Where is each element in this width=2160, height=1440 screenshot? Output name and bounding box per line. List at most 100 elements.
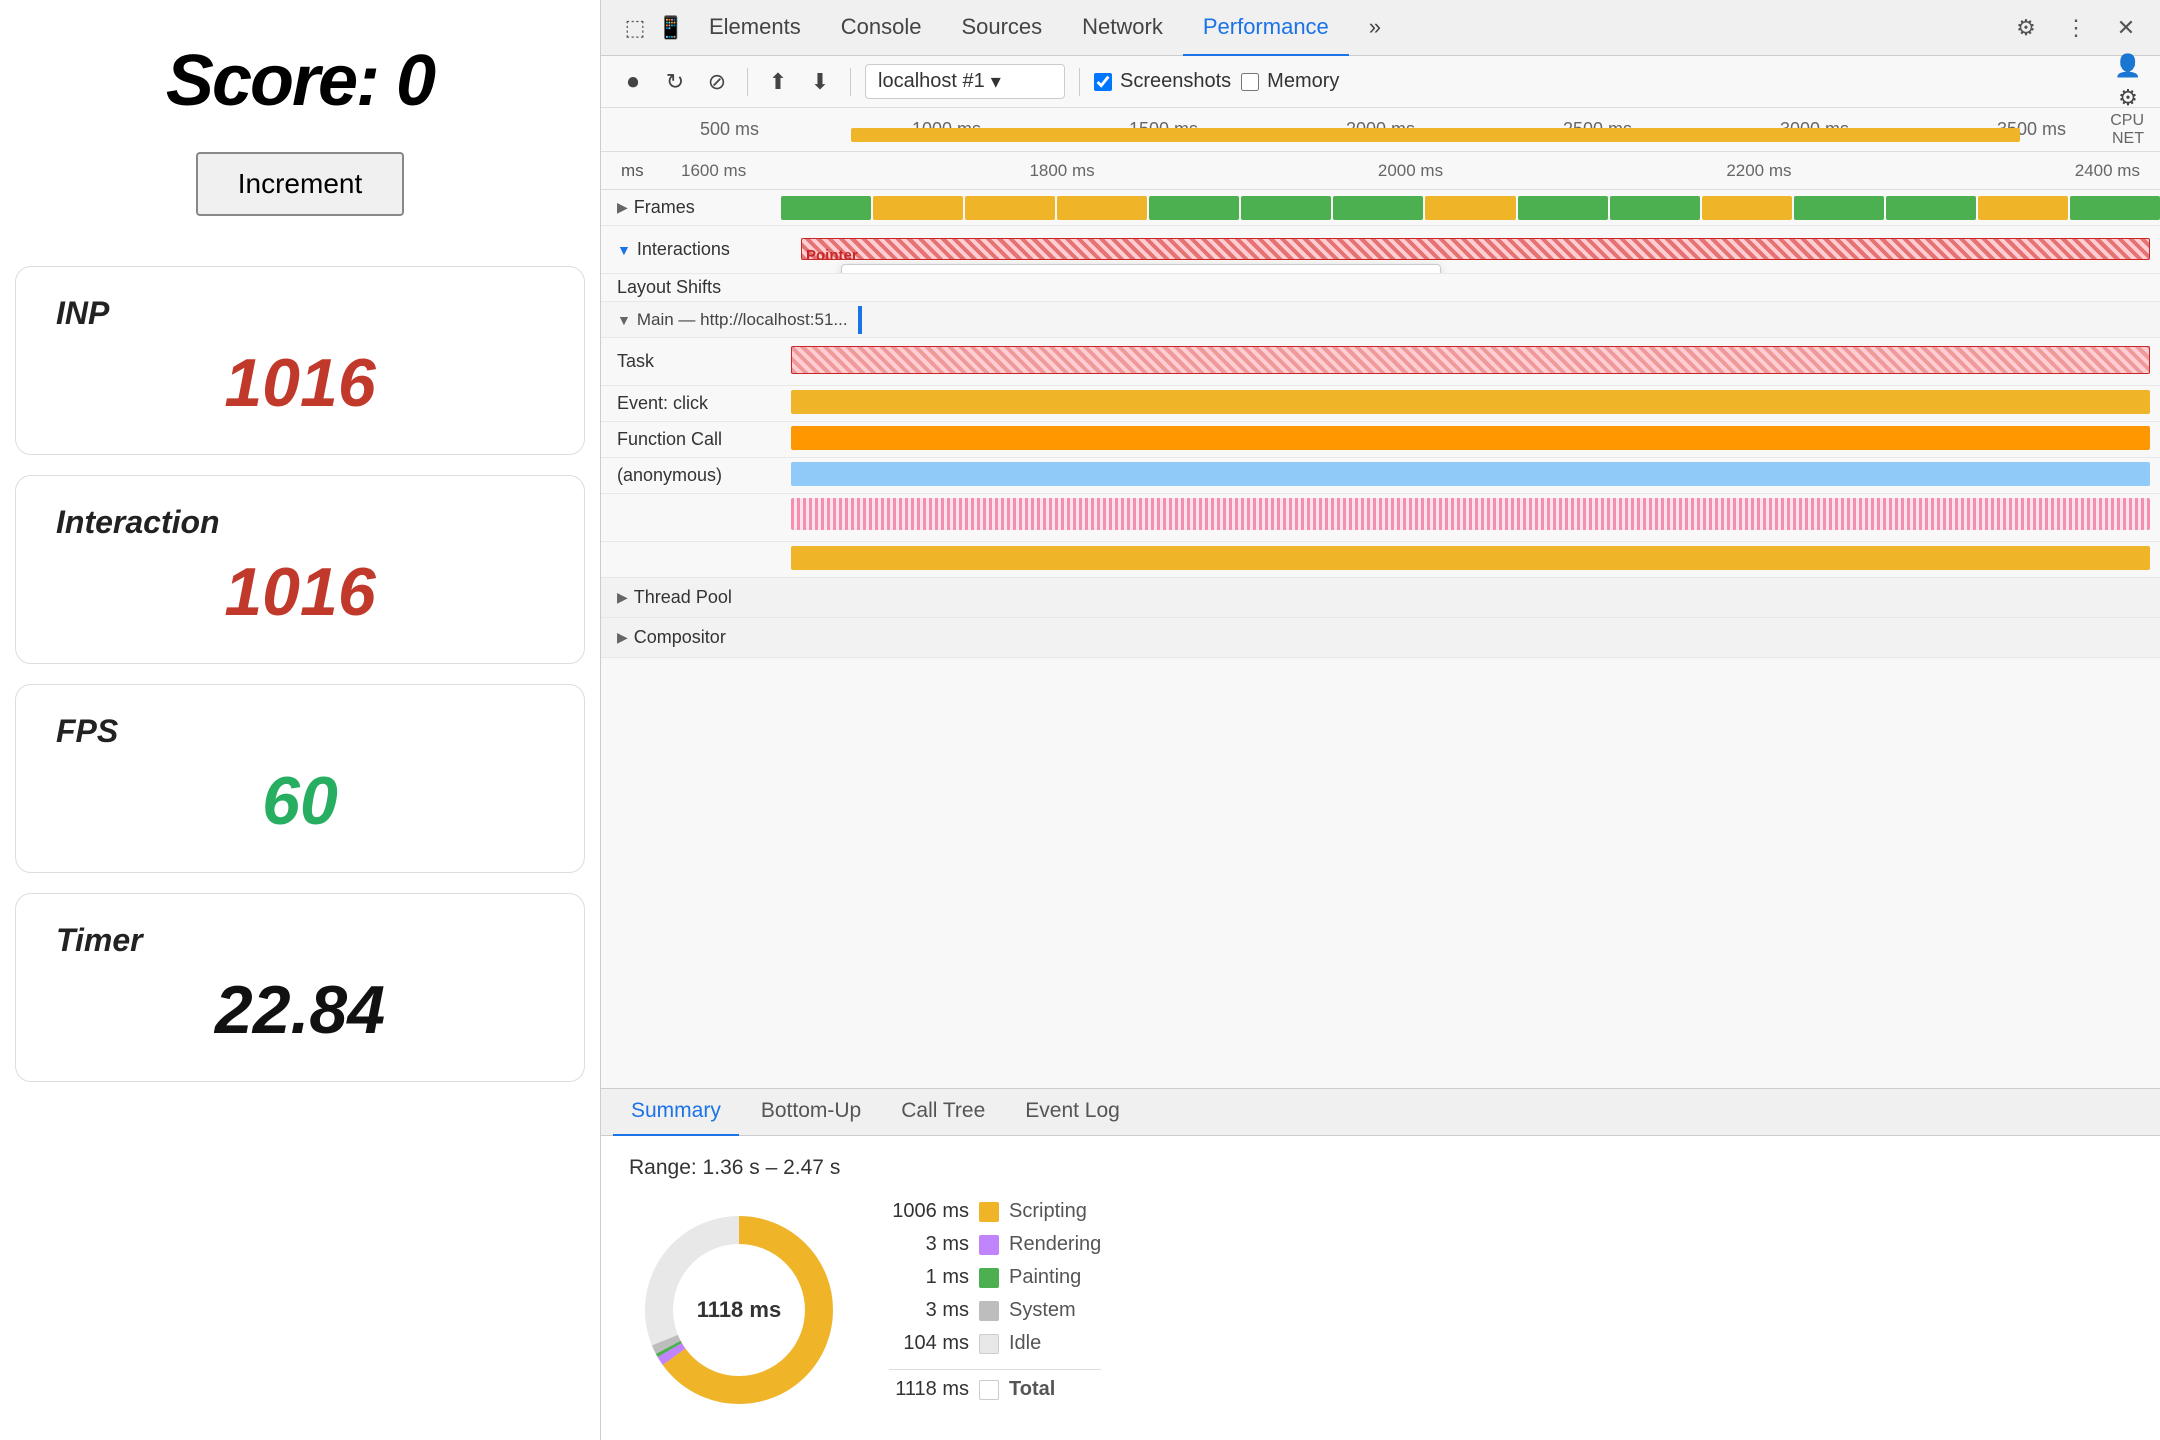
anonymous-track-content xyxy=(781,458,2160,493)
compositor-chevron-icon[interactable]: ▶ xyxy=(617,629,628,646)
track-area[interactable]: ▶ Frames xyxy=(601,190,2160,1088)
tab-more[interactable]: » xyxy=(1349,0,1401,56)
task-track-row: Task xyxy=(601,338,2160,386)
legend-row-idle: 104 ms Idle xyxy=(889,1332,1101,1355)
devtools-topbar: ⬚ 📱 Elements Console Sources Network Per… xyxy=(601,0,2160,56)
toolbar-separator-3 xyxy=(1079,68,1080,96)
legend-scripting-value: 1006 ms xyxy=(889,1200,969,1223)
thread-pool-chevron-icon[interactable]: ▶ xyxy=(617,589,628,606)
frames-track-content xyxy=(781,190,2160,225)
tick-2400: 2400 ms xyxy=(2075,161,2140,181)
legend-row-total: 1118 ms Total xyxy=(889,1369,1101,1401)
thread-pool-track-label: ▶ Thread Pool xyxy=(601,587,781,608)
legend-row-rendering: 3 ms Rendering xyxy=(889,1233,1101,1256)
close-icon[interactable]: ✕ xyxy=(2108,10,2144,46)
tick-1600: 1600 ms xyxy=(681,161,746,181)
metric-label-timer: Timer xyxy=(56,922,544,959)
refresh-record-icon[interactable]: ↻ xyxy=(659,66,691,98)
url-dropdown-icon[interactable]: ▾ xyxy=(991,69,1001,94)
memory-checkbox[interactable] xyxy=(1241,73,1259,91)
bottom-tab-call-tree[interactable]: Call Tree xyxy=(883,1088,1003,1136)
overflow-icon[interactable]: ⋮ xyxy=(2058,10,2094,46)
tab-sources[interactable]: Sources xyxy=(941,0,1062,56)
yellow-bar xyxy=(791,546,2150,570)
metric-card-fps: FPS 60 xyxy=(15,684,585,873)
task-label-text: Task xyxy=(617,351,654,372)
tab-elements[interactable]: Elements xyxy=(689,0,821,56)
legend-idle-value: 104 ms xyxy=(889,1332,969,1355)
timeline-main: ms 1600 ms 1800 ms 2000 ms 2200 ms 2400 … xyxy=(601,152,2160,1088)
legend-rendering-name: Rendering xyxy=(1009,1233,1101,1256)
tick-2000: 2000 ms xyxy=(1378,161,1443,181)
event-click-track-label: Event: click xyxy=(601,393,781,414)
frame-15 xyxy=(2070,196,2160,220)
legend-row-painting: 1 ms Painting xyxy=(889,1266,1101,1289)
clear-icon[interactable]: ⊘ xyxy=(701,66,733,98)
bottom-tab-bottom-up[interactable]: Bottom-Up xyxy=(743,1088,879,1136)
frame-6 xyxy=(1241,196,1331,220)
interaction-tooltip: 1.02 s Pointer Long interaction is indic… xyxy=(841,264,1441,273)
bottom-tab-summary[interactable]: Summary xyxy=(613,1088,739,1136)
tab-performance[interactable]: Performance xyxy=(1183,0,1349,56)
frame-8 xyxy=(1425,196,1515,220)
legend-painting-name: Painting xyxy=(1009,1266,1081,1289)
settings-icon[interactable]: ⚙ xyxy=(2008,10,2044,46)
timeline-ruler2: ms 1600 ms 1800 ms 2000 ms 2200 ms 2400 … xyxy=(601,152,2160,190)
cpu-label: CPU xyxy=(2110,112,2144,130)
frame-7 xyxy=(1333,196,1423,220)
tick-1800: 1800 ms xyxy=(1029,161,1094,181)
url-bar[interactable]: localhost #1 ▾ xyxy=(865,64,1065,99)
interactions-track-content: Pointer 1.02 s Pointer Long interaction … xyxy=(781,226,2160,273)
bottom-tab-event-log[interactable]: Event Log xyxy=(1007,1088,1138,1136)
inspect-icon[interactable]: ⬚ xyxy=(617,10,653,46)
anonymous-bar xyxy=(791,462,2150,486)
summary-content: 1118 ms 1006 ms Scripting 3 ms Rendering… xyxy=(629,1200,2132,1420)
record-icon[interactable]: ⏺ xyxy=(617,66,649,98)
interactions-chevron-icon[interactable]: ▼ xyxy=(617,242,631,258)
pointer-interaction-bar[interactable]: Pointer xyxy=(801,238,2150,260)
anonymous-label-text: (anonymous) xyxy=(617,465,722,486)
interactions-track-label: ▼ Interactions xyxy=(601,239,781,260)
frame-1 xyxy=(781,196,871,220)
task-bar xyxy=(791,346,2150,374)
event-click-track-row: Event: click xyxy=(601,386,2160,422)
interactions-track-row: ▼ Interactions Pointer 1.02 s Poin xyxy=(601,226,2160,274)
left-panel: Score: 0 Increment INP 1016 Interaction … xyxy=(0,0,600,1440)
legend-idle-dot xyxy=(979,1334,999,1354)
frame-4 xyxy=(1057,196,1147,220)
toolbar-user-icon[interactable]: 👤 xyxy=(2112,50,2144,82)
compositor-row: ▶ Compositor xyxy=(601,618,2160,658)
frame-5 xyxy=(1149,196,1239,220)
metric-label-interaction: Interaction xyxy=(56,504,544,541)
legend-total-value: 1118 ms xyxy=(889,1378,969,1401)
thread-pool-track-content xyxy=(781,578,2160,617)
function-call-bar xyxy=(791,426,2150,450)
function-call-label-text: Function Call xyxy=(617,429,722,450)
ruler2-ms-label: ms xyxy=(621,161,681,181)
cpu-bar xyxy=(851,128,2020,142)
frame-2 xyxy=(873,196,963,220)
tab-network[interactable]: Network xyxy=(1062,0,1183,56)
download-icon[interactable]: ⬇ xyxy=(804,66,836,98)
cpu-net-labels: CPU NET xyxy=(2110,112,2144,148)
frames-chevron-icon[interactable]: ▶ xyxy=(617,199,628,216)
device-icon[interactable]: 📱 xyxy=(653,10,689,46)
layout-shifts-label-text: Layout Shifts xyxy=(617,277,721,298)
pink-bar xyxy=(791,498,2150,530)
frame-9 xyxy=(1518,196,1608,220)
upload-icon[interactable]: ⬆ xyxy=(762,66,794,98)
devtools-tab-icons: ⚙ ⋮ ✕ xyxy=(2008,10,2144,46)
frame-11 xyxy=(1702,196,1792,220)
increment-button[interactable]: Increment xyxy=(196,152,405,216)
main-chevron-icon[interactable]: ▼ xyxy=(617,312,631,328)
screenshots-checkbox[interactable] xyxy=(1094,73,1112,91)
frame-13 xyxy=(1886,196,1976,220)
anonymous-track-row: (anonymous) xyxy=(601,458,2160,494)
pink-track-row xyxy=(601,494,2160,542)
tab-console[interactable]: Console xyxy=(821,0,942,56)
legend-idle-name: Idle xyxy=(1009,1332,1041,1355)
thread-pool-row: ▶ Thread Pool xyxy=(601,578,2160,618)
memory-label: Memory xyxy=(1267,70,1339,93)
devtools-panel: ⬚ 📱 Elements Console Sources Network Per… xyxy=(600,0,2160,1440)
legend-system-dot xyxy=(979,1301,999,1321)
